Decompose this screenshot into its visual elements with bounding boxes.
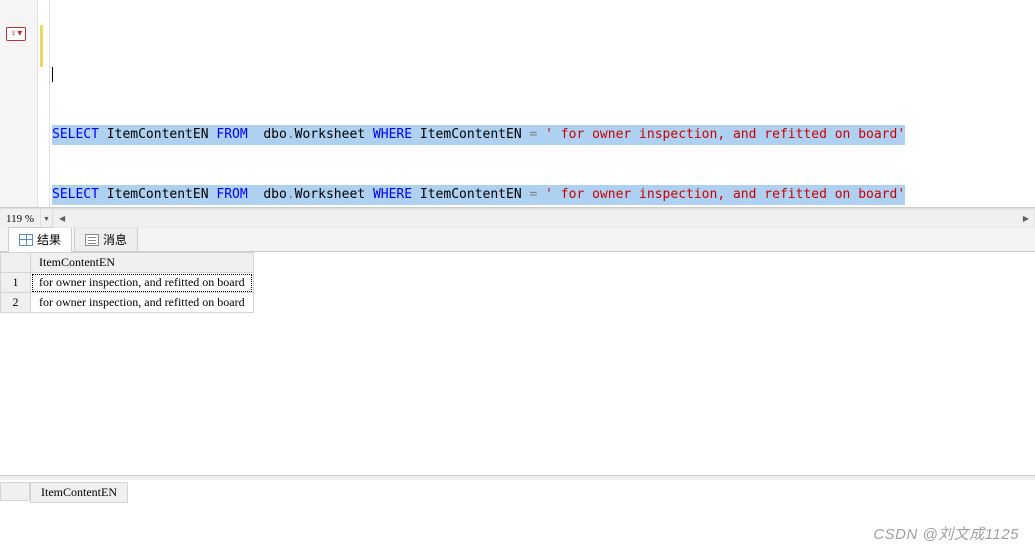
table-row[interactable]: 2 for owner inspection, and refitted on … bbox=[1, 293, 254, 313]
zoom-level[interactable]: 119 % bbox=[0, 209, 41, 228]
sql-editor-pane: ♀▾ SELECT ItemContentEN FROM dbo.Workshe… bbox=[0, 0, 1035, 208]
grid-corner[interactable] bbox=[1, 253, 31, 273]
horizontal-scrollbar[interactable]: ◀ ▶ bbox=[53, 209, 1035, 228]
column-header[interactable]: ItemContentEN bbox=[31, 253, 254, 273]
scroll-left-icon[interactable]: ◀ bbox=[54, 210, 70, 227]
code-line[interactable]: SELECT ItemContentEN FROM dbo.Worksheet … bbox=[52, 125, 905, 145]
grid-icon bbox=[19, 234, 33, 246]
text-cursor bbox=[52, 67, 53, 82]
column-header[interactable]: ItemContentEN bbox=[30, 482, 128, 503]
results-pane: ItemContentEN 1 for owner inspection, an… bbox=[0, 252, 1035, 476]
change-indicator bbox=[40, 25, 43, 67]
row-number[interactable]: 1 bbox=[1, 273, 31, 293]
breakpoint-marker-icon[interactable]: ♀▾ bbox=[6, 27, 26, 41]
row-number[interactable]: 2 bbox=[1, 293, 31, 313]
cell[interactable]: for owner inspection, and refitted on bo… bbox=[31, 273, 254, 293]
watermark: CSDN @刘文成1125 bbox=[873, 523, 1019, 544]
editor-status-bar: 119 % ▼ ◀ ▶ bbox=[0, 208, 1035, 228]
editor-gutter: ♀▾ bbox=[0, 0, 38, 207]
results-grid[interactable]: ItemContentEN 1 for owner inspection, an… bbox=[0, 252, 254, 313]
grid-corner[interactable] bbox=[0, 482, 30, 501]
sql-editor[interactable]: SELECT ItemContentEN FROM dbo.Worksheet … bbox=[50, 0, 1035, 207]
table-row[interactable]: 1 for owner inspection, and refitted on … bbox=[1, 273, 254, 293]
code-line[interactable]: SELECT ItemContentEN FROM dbo.Worksheet … bbox=[52, 185, 905, 205]
editor-change-margin bbox=[38, 0, 50, 207]
scroll-right-icon[interactable]: ▶ bbox=[1018, 210, 1034, 227]
cell[interactable]: for owner inspection, and refitted on bo… bbox=[31, 293, 254, 313]
messages-icon bbox=[85, 234, 99, 246]
